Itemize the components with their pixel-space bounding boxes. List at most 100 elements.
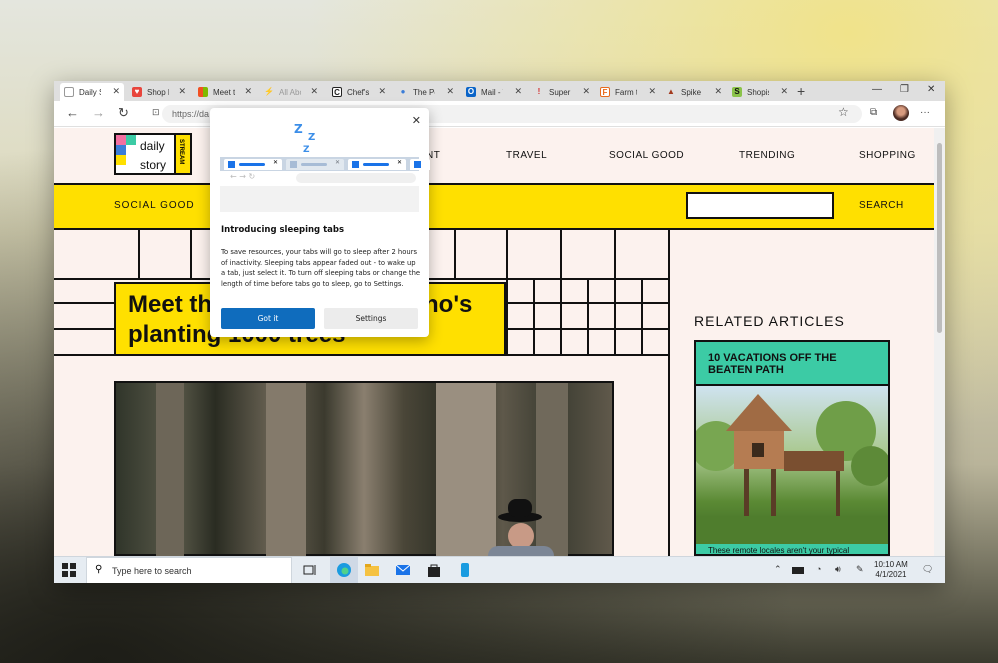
search-icon: ⚲ <box>95 564 103 575</box>
close-window-button[interactable]: ✕ <box>927 84 935 95</box>
tab-title: Farm to <box>615 87 637 97</box>
got-it-button[interactable]: Got it <box>221 308 315 329</box>
close-tab-icon[interactable]: ✕ <box>446 86 454 97</box>
favorite-star-icon[interactable]: ☆ <box>838 105 849 119</box>
settings-button[interactable]: Settings <box>324 308 418 329</box>
edge-icon[interactable] <box>336 562 352 578</box>
web-page: daily story STREAM NT TRAVEL SOCIAL GOOD… <box>54 128 934 556</box>
close-tab-icon[interactable]: ✕ <box>582 86 590 97</box>
close-icon[interactable]: ✕ <box>412 114 421 127</box>
grid-line <box>454 230 456 278</box>
person-shoulders <box>488 546 554 556</box>
lightning-favicon-icon: ⚡ <box>264 87 274 96</box>
logo-square <box>116 135 126 145</box>
tree-trunk <box>436 383 496 556</box>
daily-story-favicon-icon <box>64 87 74 97</box>
nav-trending[interactable]: TRENDING <box>739 150 795 161</box>
tab-daily-story[interactable]: Daily Sto ✕ <box>60 83 124 101</box>
tab-title: Super Sh <box>549 87 571 97</box>
windows-icon[interactable] <box>62 563 76 577</box>
close-tab-icon[interactable]: ✕ <box>714 86 722 97</box>
tab-title: Daily Sto <box>79 87 101 97</box>
grid-line <box>560 230 562 356</box>
back-button[interactable]: ← <box>66 105 79 120</box>
daily-story-logo[interactable]: daily story STREAM <box>114 133 192 175</box>
related-articles-heading: RELATED ARTICLES <box>694 313 845 329</box>
taskbar-search-box[interactable]: ⚲ Type here to search <box>86 557 292 583</box>
close-tab-icon[interactable]: ✕ <box>648 86 656 97</box>
tab-chefs[interactable]: C Chef's t ✕ <box>328 83 390 101</box>
tab-mail[interactable]: O Mail - T ✕ <box>462 83 526 101</box>
profile-avatar[interactable] <box>893 105 909 121</box>
tab-the-pet[interactable]: ● The Pet ✕ <box>394 83 458 101</box>
site-search-input[interactable] <box>686 192 834 219</box>
sleeping-tabs-illustration: ✕ ✕ ✕ ← → ↻ <box>220 157 430 212</box>
illustration-tab: ✕ <box>348 159 406 170</box>
new-tab-button[interactable]: + <box>797 83 805 99</box>
reload-button[interactable]: ↻ <box>118 105 129 121</box>
forward-button[interactable]: → <box>92 105 105 120</box>
notifications-icon[interactable]: 🗨︎ <box>922 564 933 575</box>
sleep-z-icon: Z <box>303 145 310 155</box>
close-tab-icon[interactable]: ✕ <box>310 86 318 97</box>
illustration-tab: ✕ <box>224 159 282 170</box>
close-tab-icon[interactable]: ✕ <box>244 86 252 97</box>
minimize-button[interactable]: — <box>872 84 882 95</box>
hero-image[interactable] <box>114 381 614 556</box>
close-tab-icon[interactable]: ✕ <box>780 86 788 97</box>
tab-all-about-sleeping[interactable]: ⚡ All Abou ✕ <box>260 83 322 101</box>
tab-title: Meet th <box>213 87 235 97</box>
file-explorer-icon[interactable] <box>364 562 380 578</box>
popup-title: Introducing sleeping tabs <box>221 225 345 235</box>
tab-spike[interactable]: ▲ Spike & ✕ <box>662 83 726 101</box>
tree-trunk <box>536 383 568 556</box>
nav-social-good[interactable]: SOCIAL GOOD <box>609 150 684 161</box>
tab-title: Mail - T <box>481 87 503 97</box>
grid-line <box>668 230 670 556</box>
url-text[interactable]: https://da <box>172 109 209 119</box>
f-favicon-icon: F <box>600 87 610 97</box>
store-icon[interactable] <box>426 562 442 578</box>
close-tab-icon[interactable]: ✕ <box>178 86 186 97</box>
tab-meet-the[interactable]: Meet th ✕ <box>194 83 256 101</box>
battery-icon[interactable] <box>792 567 804 574</box>
nav-shopping[interactable]: SHOPPING <box>859 150 916 161</box>
grid-line <box>138 230 140 278</box>
collections-icon[interactable]: ⧉ <box>870 107 877 118</box>
section-label[interactable]: SOCIAL GOOD <box>114 200 195 211</box>
popup-body: To save resources, your tabs will go to … <box>221 248 421 288</box>
tab-strip: Daily Sto ✕ ♥ Shop Lo ✕ Meet th ✕ ⚡ All Abou ✕… <box>54 81 945 101</box>
phone-icon[interactable] <box>457 562 473 578</box>
close-tab-icon[interactable]: ✕ <box>514 86 522 97</box>
related-card-title[interactable]: 10 VACATIONS OFF THE BEATEN PATH <box>708 352 878 376</box>
tab-farm-to[interactable]: F Farm to ✕ <box>596 83 660 101</box>
restore-button[interactable]: ❐ <box>900 84 909 95</box>
illustration-toolbar: ← → ↻ <box>220 171 419 186</box>
more-menu-icon[interactable]: ··· <box>920 107 930 118</box>
tab-shopisite[interactable]: S Shopisi ✕ <box>728 83 792 101</box>
related-card-snippet: These remote locales aren't your typical <box>708 546 850 555</box>
grid-line <box>641 278 643 354</box>
volume-icon[interactable]: 🔊︎ <box>835 564 841 575</box>
task-view-icon[interactable] <box>302 562 318 578</box>
related-article-card[interactable]: 10 VACATIONS OFF THE BEATEN PATH These r… <box>691 340 891 556</box>
scrollbar-thumb[interactable] <box>937 143 942 333</box>
sleeping-tabs-popup: ✕ Z Z Z ✕ ✕ ✕ ← → ↻ Introducing sleeping… <box>210 108 430 337</box>
close-tab-icon[interactable]: ✕ <box>378 86 386 97</box>
exclamation-favicon-icon: ! <box>537 87 541 96</box>
taskbar-search-placeholder[interactable]: Type here to search <box>112 566 192 576</box>
tab-title: Shop Lo <box>147 87 169 97</box>
site-search-button[interactable]: SEARCH <box>859 200 904 211</box>
taskbar-clock[interactable]: 10:10 AM 4/1/2021 <box>874 560 908 580</box>
pen-icon[interactable]: ✎ <box>856 564 864 575</box>
treehouse-image[interactable] <box>691 384 891 544</box>
tab-shop-local[interactable]: ♥ Shop Lo ✕ <box>128 83 190 101</box>
show-hidden-icons-chevron-icon[interactable]: ⌃ <box>774 564 782 575</box>
s-favicon-icon: S <box>732 87 742 97</box>
tab-super-sh[interactable]: ! Super Sh ✕ <box>530 83 594 101</box>
network-icon[interactable]: ◔ <box>816 564 821 574</box>
close-tab-icon[interactable]: ✕ <box>112 86 120 97</box>
mail-icon[interactable] <box>395 562 411 578</box>
nav-travel[interactable]: TRAVEL <box>506 150 547 161</box>
logo-word-daily: daily <box>140 139 165 153</box>
